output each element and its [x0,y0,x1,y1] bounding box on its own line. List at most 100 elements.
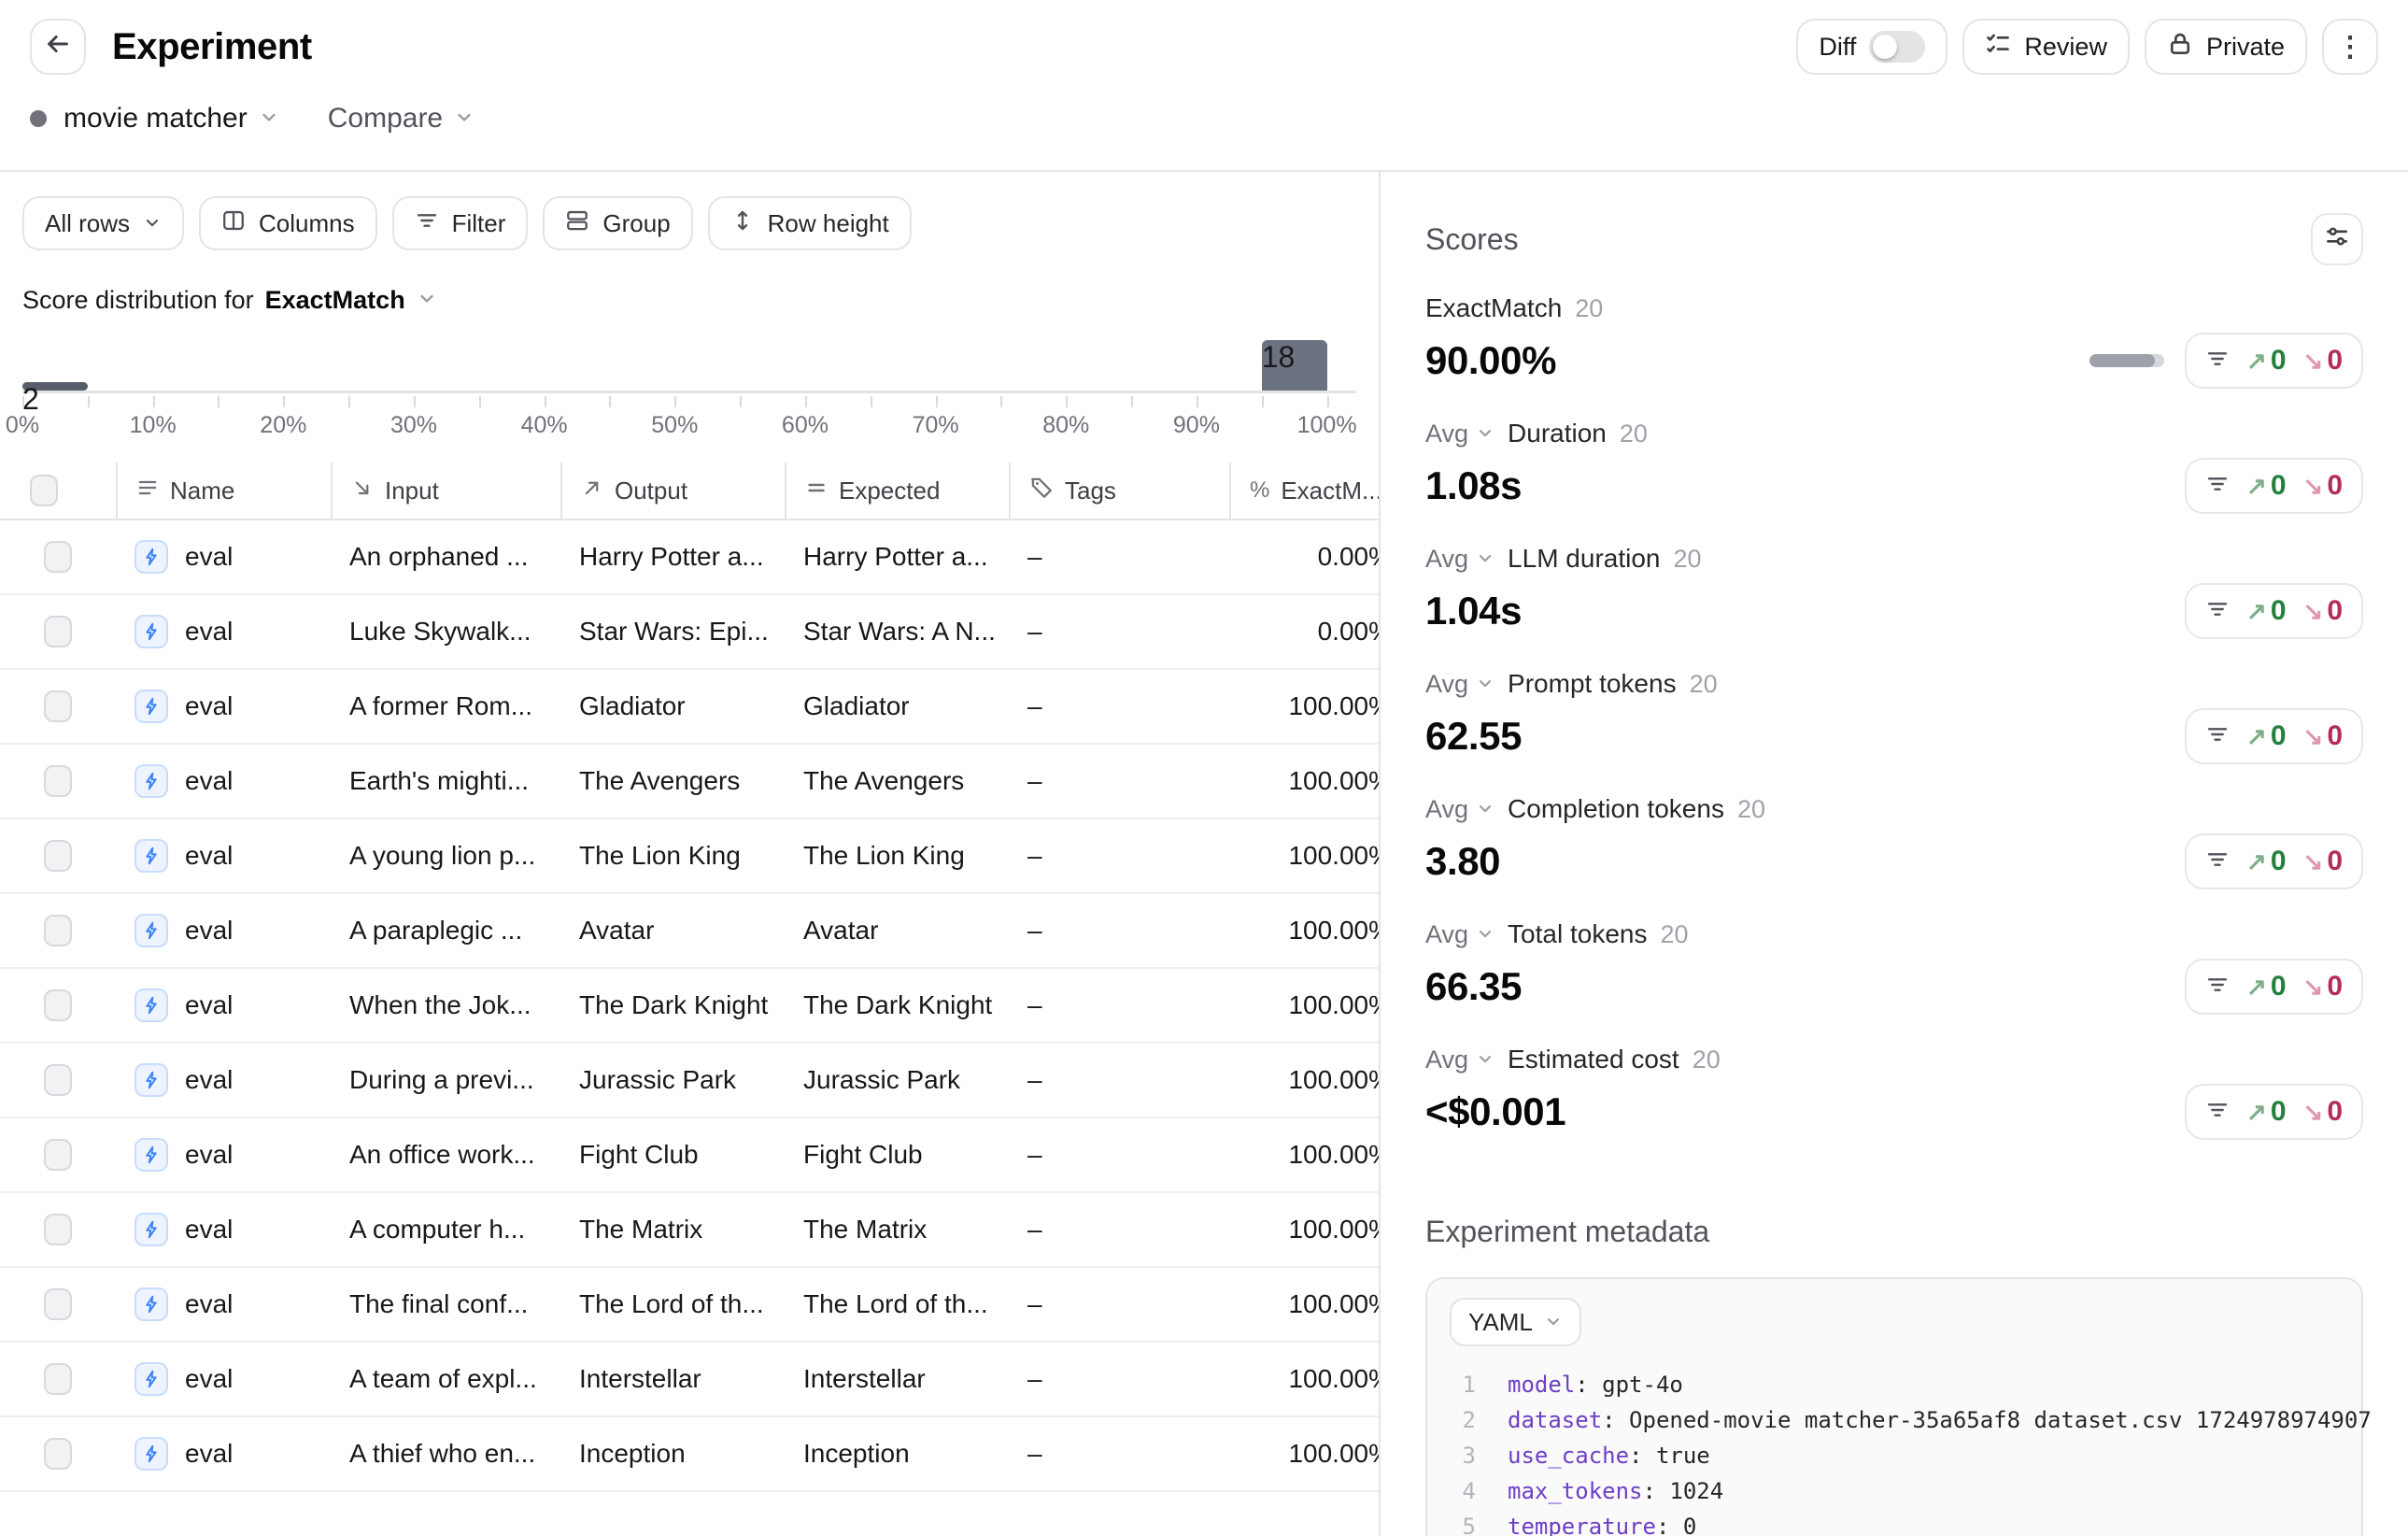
trend-down-icon: ↘ [2303,847,2324,876]
table-row[interactable]: eval During a previ... Jurassic Park Jur… [0,1044,1381,1118]
row-checkbox[interactable] [44,1438,72,1470]
page-header: Experiment Diff Review Private [0,0,2408,172]
row-tags: – [1009,1343,1229,1415]
score-filter-pill[interactable]: ↗0 ↘0 [2185,833,2363,889]
histogram-bar[interactable]: 2 [22,382,88,391]
row-input: A team of expl... [331,1343,560,1415]
score-filter-pill[interactable]: ↗0 ↘0 [2185,708,2363,764]
column-header-expected[interactable]: Expected [785,462,1009,519]
row-checkbox[interactable] [44,690,72,722]
row-checkbox[interactable] [44,1214,72,1245]
row-score: 100.00% [1229,1118,1381,1191]
row-expected: The Lord of th... [785,1268,1009,1341]
row-output: The Avengers [560,745,785,818]
table-row[interactable]: eval An office work... Fight Club Fight … [0,1118,1381,1193]
row-checkbox[interactable] [44,1363,72,1395]
row-expected: Gladiator [785,670,1009,743]
row-tags: – [1009,520,1229,593]
diff-toggle-button[interactable]: Diff [1796,19,1948,75]
row-checkbox[interactable] [44,1064,72,1096]
axis-tick [88,396,90,407]
axis-tick [283,396,285,407]
axis-tick [805,396,807,407]
back-button[interactable] [30,19,86,75]
table-row[interactable]: eval A team of expl... Interstellar Inte… [0,1343,1381,1417]
axis-tick [153,396,155,407]
row-checkbox[interactable] [44,840,72,872]
row-expected: Avatar [785,894,1009,967]
row-input: During a previ... [331,1044,560,1116]
row-checkbox[interactable] [44,616,72,647]
review-button[interactable]: Review [1962,19,2130,75]
table-header-row: Name Input Output Expected [0,462,1381,520]
trend-up-icon: ↗ [2246,597,2267,626]
row-height-button[interactable]: Row height [708,196,912,250]
review-label: Review [2024,33,2107,62]
row-checkbox[interactable] [44,541,72,573]
histogram-bar[interactable]: 18 [1262,340,1327,391]
column-header-name[interactable]: Name [116,462,331,519]
column-header-exactmatch[interactable]: % ExactM... [1229,462,1381,519]
aggregation-dropdown[interactable]: Avg [1425,420,1494,448]
row-checkbox[interactable] [44,1139,72,1171]
compare-selector[interactable]: Compare [328,103,475,135]
score-name: Completion tokens [1508,794,1724,824]
score-count: 20 [1690,670,1718,699]
row-output: The Matrix [560,1193,785,1266]
score-count: 20 [1575,294,1603,323]
filter-button[interactable]: Filter [392,196,529,250]
more-options-button[interactable]: ⋮ [2322,19,2378,75]
score-name: LLM duration [1508,544,1660,574]
row-checkbox-cell [0,819,116,892]
table-row[interactable]: eval Earth's mighti... The Avengers The … [0,745,1381,819]
diff-toggle-switch[interactable] [1869,31,1925,63]
scores-settings-button[interactable] [2311,213,2363,265]
axis-label: 20% [260,412,306,439]
eval-bolt-icon [135,1437,168,1471]
select-all-checkbox[interactable] [30,475,58,506]
score-filter-pill[interactable]: ↗0 ↘0 [2185,333,2363,389]
experiment-selector[interactable]: movie matcher [64,103,279,135]
row-expected: Fight Club [785,1118,1009,1191]
group-button[interactable]: Group [543,196,692,250]
table-row[interactable]: eval A paraplegic ... Avatar Avatar – 10… [0,894,1381,969]
score-filter-pill[interactable]: ↗0 ↘0 [2185,959,2363,1015]
table-row[interactable]: eval When the Jok... The Dark Knight The… [0,969,1381,1044]
table-row[interactable]: eval A former Rom... Gladiator Gladiator… [0,670,1381,745]
distribution-metric-selector[interactable]: ExactMatch [265,286,405,315]
axis-label: 30% [390,412,437,439]
column-header-input[interactable]: Input [331,462,560,519]
aggregation-dropdown[interactable]: Avg [1425,545,1494,574]
row-checkbox[interactable] [44,989,72,1021]
row-checkbox[interactable] [44,915,72,946]
row-score: 100.00% [1229,1193,1381,1266]
aggregation-dropdown[interactable]: Avg [1425,1045,1494,1074]
table-row[interactable]: eval The final conf... The Lord of th...… [0,1268,1381,1343]
rows-filter-dropdown[interactable]: All rows [22,196,184,250]
metadata-format-dropdown[interactable]: YAML [1450,1298,1581,1346]
table-row[interactable]: eval A thief who en... Inception Incepti… [0,1417,1381,1492]
aggregation-dropdown[interactable]: Avg [1425,795,1494,824]
aggregation-dropdown[interactable]: Avg [1425,670,1494,699]
row-checkbox-cell [0,894,116,967]
row-checkbox[interactable] [44,1288,72,1320]
trend-down-icon: ↘ [2303,722,2324,751]
private-button[interactable]: Private [2145,19,2307,75]
score-item: Avg Completion tokens 20 3.80 ↗0 ↘0 [1425,790,2363,916]
table-row[interactable]: eval An orphaned ... Harry Potter a... H… [0,520,1381,595]
table-row[interactable]: eval Luke Skywalk... Star Wars: Epi... S… [0,595,1381,670]
row-output: Interstellar [560,1343,785,1415]
column-header-tags[interactable]: Tags [1009,462,1229,519]
table-row[interactable]: eval A computer h... The Matrix The Matr… [0,1193,1381,1268]
column-header-output[interactable]: Output [560,462,785,519]
score-filter-pill[interactable]: ↗0 ↘0 [2185,1084,2363,1140]
axis-tick [218,396,220,407]
columns-button[interactable]: Columns [199,196,377,250]
row-name: eval [185,1140,233,1170]
score-filter-pill[interactable]: ↗0 ↘0 [2185,458,2363,514]
table-row[interactable]: eval A young lion p... The Lion King The… [0,819,1381,894]
aggregation-dropdown[interactable]: Avg [1425,920,1494,949]
score-filter-pill[interactable]: ↗0 ↘0 [2185,583,2363,639]
axis-tick [479,396,481,407]
row-checkbox[interactable] [44,765,72,797]
